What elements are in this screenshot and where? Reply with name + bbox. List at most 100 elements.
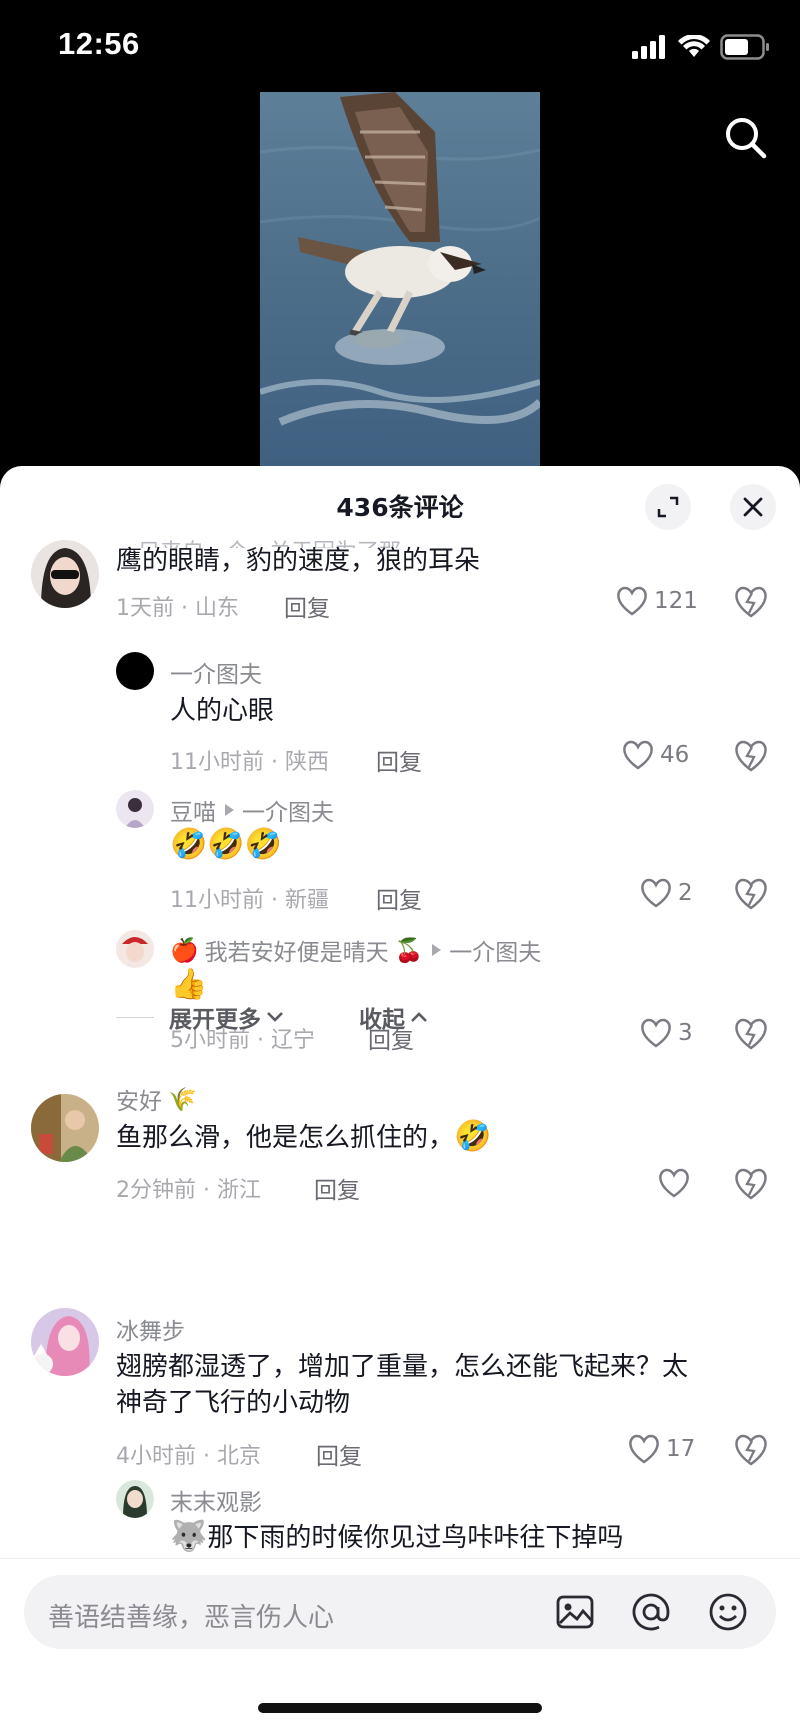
reply-username[interactable]: 末末观影 xyxy=(170,1483,262,1517)
comment-meta: 4小时前 · 北京 xyxy=(116,1444,261,1469)
close-button[interactable] xyxy=(730,484,776,530)
signal-icon xyxy=(632,35,665,59)
username-text: 安好 xyxy=(116,1089,162,1115)
expand-more-button[interactable]: 展开更多 xyxy=(169,1000,285,1034)
reply-item: 一介图夫 人的心眼 11小时前 · 陕西 回复 46 xyxy=(0,652,800,776)
reply-username[interactable]: 豆喵 一介图夫 xyxy=(170,793,334,827)
at-icon xyxy=(632,1593,670,1631)
comment-sheet: 436条评论 一只来自一个 · 关于因为了那 鹰的眼睛，豹的速度，狼的耳朵 1天… xyxy=(0,466,800,1731)
dislike-button[interactable] xyxy=(734,740,768,774)
comment-text: 鱼那么滑，他是怎么抓住的，🤣 xyxy=(116,1118,491,1157)
heart-icon xyxy=(629,1434,659,1464)
avatar[interactable] xyxy=(116,652,154,690)
dislike-button[interactable] xyxy=(734,1018,768,1052)
username-emoji: 🍎 xyxy=(170,937,199,964)
comment-text-line-1: 翅膀都湿透了，增加了重量，怎么还能飞起来？太 xyxy=(116,1352,689,1382)
heart-icon xyxy=(641,1018,671,1048)
emoji-laughing: 🤣🤣🤣 xyxy=(170,827,283,862)
dislike-button[interactable] xyxy=(734,586,768,620)
comment-item: 安好 🌾 鱼那么滑，他是怎么抓住的，🤣 2分钟前 · 浙江 回复 xyxy=(0,1078,800,1228)
comment-input[interactable]: 善语结善缘，恶言伤人心 xyxy=(24,1575,776,1649)
collapse-label: 收起 xyxy=(359,1007,405,1033)
dislike-icon xyxy=(735,1018,767,1050)
username-emoji: 🍒 xyxy=(394,937,424,964)
reply-button[interactable]: 回复 xyxy=(316,1437,362,1471)
like-count: 17 xyxy=(666,1436,696,1462)
reply-item: 末末观影 🐺那下雨的时候你见过鸟咔咔往下掉吗 xyxy=(0,1480,800,1560)
username-text: 末末观影 xyxy=(170,1490,262,1516)
chevron-down-icon xyxy=(267,1012,283,1022)
avatar[interactable] xyxy=(116,790,154,828)
emoji-laughing: 🤣 xyxy=(454,1119,492,1154)
search-button[interactable] xyxy=(720,112,772,164)
reply-button[interactable]: 回复 xyxy=(376,881,422,915)
status-icons xyxy=(632,34,770,60)
reply-username[interactable]: 一介图夫 xyxy=(170,655,262,689)
reply-button[interactable]: 回复 xyxy=(314,1171,360,1205)
dislike-button[interactable] xyxy=(734,1168,768,1202)
comment-username[interactable]: 安好 🌾 xyxy=(116,1082,197,1116)
wifi-icon xyxy=(678,35,710,57)
reply-username[interactable]: 🍎 我若安好便是晴天 🍒 一介图夫 xyxy=(170,933,541,967)
expand-button[interactable] xyxy=(645,484,691,530)
reply-text-body: 那下雨的时候你见过鸟咔咔往下掉吗 xyxy=(207,1523,624,1553)
avatar[interactable] xyxy=(116,1480,154,1518)
dislike-icon xyxy=(735,1168,767,1200)
reply-button[interactable]: 回复 xyxy=(284,589,330,623)
emoji-button[interactable] xyxy=(707,1591,749,1633)
username-emoji: 🌾 xyxy=(168,1086,197,1113)
collapse-button[interactable]: 收起 xyxy=(359,1000,429,1034)
like-button[interactable]: 3 xyxy=(640,1018,693,1048)
comment-input-bar: 善语结善缘，恶言伤人心 xyxy=(0,1558,800,1731)
reply-arrow-icon xyxy=(225,804,234,816)
heart-icon xyxy=(659,1168,689,1198)
reply-button[interactable]: 回复 xyxy=(376,743,422,777)
video-thumbnail[interactable] xyxy=(260,92,540,468)
reply-item: 豆喵 一介图夫 🤣🤣🤣 11小时前 · 新疆 回复 2 xyxy=(0,790,800,914)
emoji-icon xyxy=(709,1593,747,1631)
battery-icon xyxy=(720,34,769,60)
like-count: 46 xyxy=(660,742,690,768)
dislike-button[interactable] xyxy=(734,878,768,912)
status-bar: 12:56 xyxy=(0,0,800,92)
like-button[interactable] xyxy=(658,1168,696,1198)
like-count: 3 xyxy=(678,1020,693,1046)
like-button[interactable]: 2 xyxy=(640,878,693,908)
avatar[interactable] xyxy=(31,540,99,608)
image-icon xyxy=(556,1595,594,1629)
avatar[interactable] xyxy=(31,1308,99,1376)
dislike-button[interactable] xyxy=(734,1434,768,1468)
reply-to-username: 一介图夫 xyxy=(242,800,334,826)
like-button[interactable]: 17 xyxy=(628,1434,695,1464)
like-button[interactable]: 121 xyxy=(616,586,698,616)
home-indicator xyxy=(258,1703,542,1713)
comment-text-line-2: 神奇了飞行的小动物 xyxy=(116,1388,351,1418)
expand-replies-row: 展开更多 收起 xyxy=(116,1000,516,1036)
reply-to-username: 一介图夫 xyxy=(449,940,542,966)
status-time: 12:56 xyxy=(58,26,140,61)
comment-username[interactable]: 冰舞步 xyxy=(116,1312,185,1346)
emoji-wolf: 🐺 xyxy=(170,1519,208,1554)
dislike-icon xyxy=(735,740,767,772)
chevron-up-icon xyxy=(411,1012,427,1022)
reply-text: 人的心眼 xyxy=(170,696,275,726)
avatar[interactable] xyxy=(116,930,154,968)
username-text: 我若安好便是晴天 xyxy=(204,940,389,966)
osprey-image xyxy=(260,92,540,468)
avatar[interactable] xyxy=(31,1094,99,1162)
expand-more-label: 展开更多 xyxy=(169,1007,261,1033)
reply-meta: 11小时前 · 陕西 xyxy=(170,750,329,775)
username-text: 一介图夫 xyxy=(170,662,262,688)
emoji-thumbs-up: 👍 xyxy=(170,967,208,1002)
reply-meta: 11小时前 · 新疆 xyxy=(170,888,329,913)
comment-meta: 2分钟前 · 浙江 xyxy=(116,1178,261,1203)
like-button[interactable]: 46 xyxy=(622,740,689,770)
mention-button[interactable] xyxy=(630,1591,672,1633)
image-button[interactable] xyxy=(554,1591,596,1633)
comment-text: 鹰的眼睛，豹的速度，狼的耳朵 xyxy=(116,546,481,576)
username-text: 豆喵 xyxy=(170,800,216,826)
reply-text: 🤣🤣🤣 xyxy=(170,826,282,865)
heart-icon xyxy=(623,740,653,770)
reply-arrow-icon xyxy=(432,944,442,956)
like-count: 121 xyxy=(654,588,698,614)
